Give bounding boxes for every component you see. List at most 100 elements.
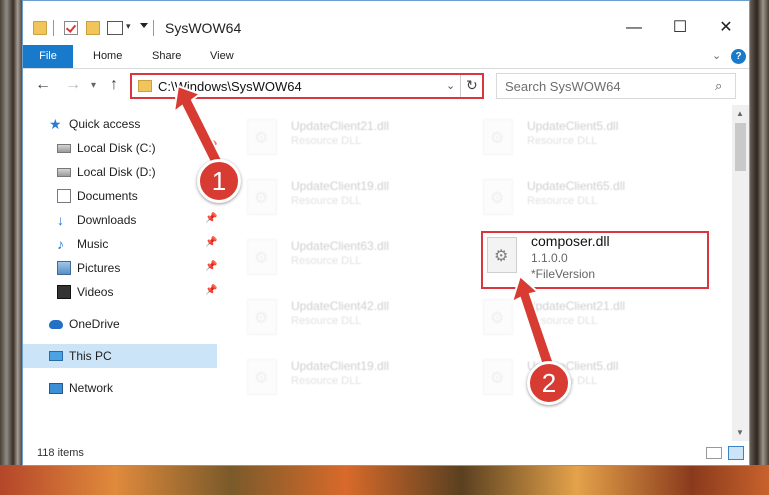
drive-icon — [57, 168, 71, 177]
star-icon: ★ — [49, 116, 62, 132]
file-tile[interactable]: UpdateClient21.dll Resource DLL — [247, 111, 477, 163]
recent-locations-icon[interactable]: ▾ — [91, 80, 96, 91]
annotation-badge-2: 2 — [527, 361, 571, 405]
sidebar-item-label: Pictures — [77, 261, 121, 275]
file-type: Resource DLL — [291, 135, 362, 147]
pin-icon[interactable]: 📌 — [205, 213, 217, 224]
title-bar: ▾ SysWOW64 — ☐ ✕ — [23, 1, 749, 41]
close-button[interactable]: ✕ — [703, 13, 749, 43]
file-name: UpdateClient42.dll — [291, 299, 390, 313]
address-dropdown-icon[interactable]: ⌄ — [446, 79, 455, 92]
quick-access-separator — [53, 20, 54, 36]
file-name: composer.dll — [531, 233, 610, 249]
pin-icon[interactable]: 📌 — [205, 285, 217, 296]
file-type: Resource DLL — [527, 135, 598, 147]
properties-dropdown-icon[interactable]: ▾ — [126, 21, 131, 32]
properties-icon[interactable] — [107, 21, 123, 35]
sidebar-item-videos[interactable]: Videos — [57, 280, 217, 304]
sidebar-item-label: This PC — [69, 349, 112, 363]
title-separator — [153, 20, 154, 36]
sidebar-item-label: Quick access — [69, 117, 141, 131]
tab-home[interactable]: Home — [93, 45, 122, 68]
vertical-scrollbar[interactable]: ▲ ▼ — [732, 105, 749, 441]
folder-icon — [33, 21, 47, 35]
file-name: UpdateClient19.dll — [291, 359, 390, 373]
file-list: UpdateClient21.dll Resource DLL UpdateCl… — [217, 105, 732, 441]
dll-file-icon — [247, 119, 277, 155]
sidebar-item-onedrive[interactable]: OneDrive — [49, 312, 209, 336]
scrollbar-thumb[interactable] — [735, 123, 746, 171]
address-separator — [460, 75, 461, 97]
dll-file-icon — [483, 359, 513, 395]
pin-icon[interactable]: 📌 — [205, 237, 217, 248]
up-arrow-icon[interactable]: ↑ — [110, 76, 118, 94]
properties-check-icon[interactable] — [64, 21, 78, 35]
sidebar-item-label: Documents — [77, 189, 138, 203]
file-tile[interactable]: UpdateClient63.dll Resource DLL — [247, 231, 477, 283]
dll-file-icon — [247, 239, 277, 275]
file-tile[interactable]: UpdateClient19.dll Resource DLL — [247, 171, 477, 223]
navigation-bar: ← → ▾ ↑ C:\Windows\SysWOW64 ⌄ ↻ Search S… — [23, 70, 749, 104]
sidebar-item-label: Downloads — [77, 213, 137, 227]
file-name: UpdateClient65.dll — [527, 179, 626, 193]
details-view-icon[interactable] — [706, 447, 722, 459]
dll-file-icon — [487, 237, 517, 273]
tab-file[interactable]: File — [23, 45, 73, 68]
file-name: UpdateClient19.dll — [291, 179, 390, 193]
maximize-button[interactable]: ☐ — [657, 13, 703, 43]
desktop-background-left — [0, 0, 22, 495]
videos-icon — [57, 285, 71, 299]
search-box[interactable]: Search SysWOW64 ⌕ — [496, 73, 736, 99]
refresh-icon[interactable]: ↻ — [466, 77, 478, 94]
sidebar-item-music[interactable]: ♪ Music — [57, 232, 217, 256]
pin-icon[interactable]: 📌 — [205, 261, 217, 272]
back-arrow-icon[interactable]: ← — [35, 76, 51, 94]
dll-file-icon — [483, 179, 513, 215]
tiles-view-icon[interactable] — [728, 446, 744, 460]
file-name: UpdateClient63.dll — [291, 239, 390, 253]
tab-view[interactable]: View — [210, 45, 234, 68]
sidebar-item-this-pc[interactable]: This PC — [49, 344, 209, 368]
explorer-window: ▾ SysWOW64 — ☐ ✕ File Home Share View ⌄ … — [22, 0, 750, 466]
new-folder-icon[interactable] — [86, 21, 100, 35]
dll-file-icon — [247, 299, 277, 335]
sidebar-item-label: Videos — [77, 285, 114, 299]
expand-ribbon-icon[interactable]: ⌄ — [712, 49, 721, 62]
file-type: Resource DLL — [527, 195, 598, 207]
sidebar-item-network[interactable]: Network — [49, 376, 209, 400]
file-tile[interactable]: UpdateClient19.dll Resource DLL — [247, 351, 477, 403]
file-type: Resource DLL — [291, 375, 362, 387]
dll-file-icon — [247, 359, 277, 395]
search-icon[interactable]: ⌕ — [715, 78, 722, 94]
file-version: 1.1.0.0 — [531, 251, 568, 265]
file-tile[interactable]: UpdateClient65.dll Resource DLL — [483, 171, 713, 223]
sidebar-item-label: Local Disk (D:) — [77, 165, 156, 179]
ribbon: File Home Share View ⌄ ? — [23, 45, 749, 69]
customize-toolbar-icon[interactable] — [140, 23, 148, 28]
network-icon — [49, 383, 63, 394]
item-count: 118 items — [37, 447, 84, 459]
download-icon: ↓ — [57, 212, 64, 228]
tab-share[interactable]: Share — [152, 45, 181, 68]
dll-file-icon — [247, 179, 277, 215]
sidebar-item-downloads[interactable]: ↓ Downloads — [57, 208, 217, 232]
documents-icon — [57, 189, 71, 203]
sidebar-item-label: Network — [69, 381, 114, 395]
search-input[interactable]: Search SysWOW64 — [505, 79, 621, 94]
forward-arrow-icon[interactable]: → — [65, 76, 81, 94]
help-icon[interactable]: ? — [731, 49, 746, 64]
file-type: Resource DLL — [291, 255, 362, 267]
cloud-icon — [49, 320, 63, 329]
status-bar: 118 items — [23, 441, 749, 465]
file-tile[interactable]: UpdateClient42.dll Resource DLL — [247, 291, 477, 343]
file-tile[interactable]: UpdateClient5.dll Resource DLL — [483, 111, 713, 163]
file-type: Resource DLL — [291, 195, 362, 207]
scroll-up-icon[interactable]: ▲ — [736, 109, 744, 118]
sidebar-item-pictures[interactable]: Pictures — [57, 256, 217, 280]
window-title: SysWOW64 — [165, 20, 242, 36]
minimize-button[interactable]: — — [611, 13, 657, 43]
scroll-down-icon[interactable]: ▼ — [736, 428, 744, 437]
file-name: UpdateClient21.dll — [291, 119, 390, 133]
folder-icon — [138, 80, 152, 92]
dll-file-icon — [483, 299, 513, 335]
